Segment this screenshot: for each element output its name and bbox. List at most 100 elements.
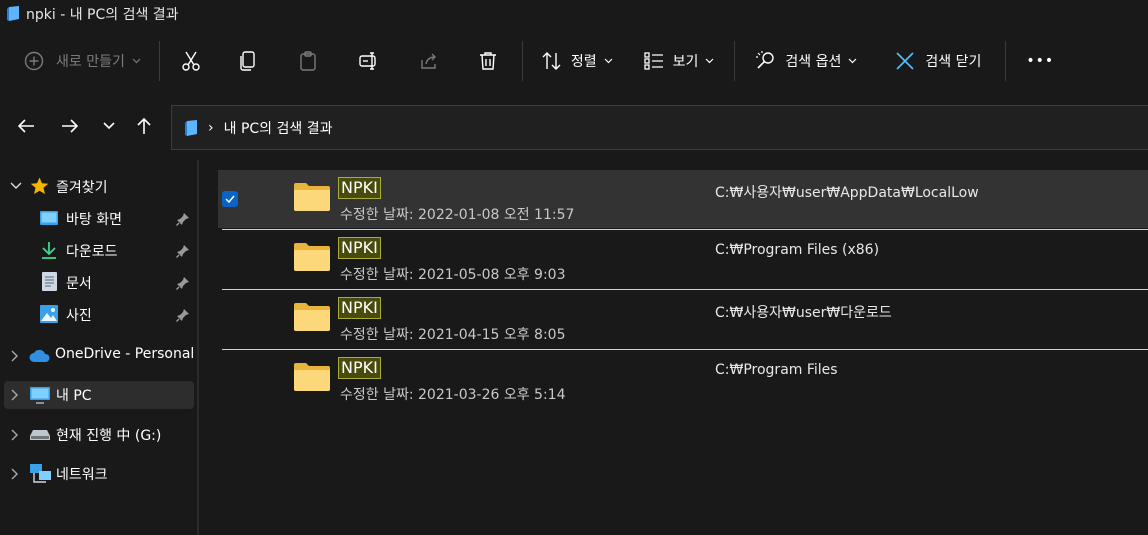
- search-options-label: 검색 옵션: [785, 54, 842, 70]
- toolbar-divider: [1005, 41, 1007, 81]
- sort-icon: [542, 52, 561, 70]
- sidebar-item-drive-g[interactable]: 현재 진행 中 (G:): [4, 421, 194, 449]
- recent-locations-button[interactable]: [95, 112, 123, 140]
- search-results-location-icon: [185, 119, 197, 136]
- star-icon: [30, 177, 49, 195]
- network-icon: [30, 464, 52, 484]
- drive-icon: [30, 430, 50, 441]
- sidebar-item-documents[interactable]: 문서: [4, 269, 194, 297]
- chevron-down-icon: [848, 58, 857, 64]
- folder-icon: [294, 183, 330, 211]
- sidebar-item-label: 다운로드: [66, 244, 118, 260]
- item-path: C:₩Program Files: [715, 362, 838, 378]
- sidebar-item-quick-access[interactable]: 즐겨찾기: [4, 173, 194, 201]
- item-path: C:₩사용자₩user₩다운로드: [715, 305, 892, 321]
- sidebar-item-label: 즐겨찾기: [56, 180, 108, 196]
- sidebar-item-this-pc[interactable]: 내 PC: [4, 381, 194, 409]
- delete-button[interactable]: [478, 42, 498, 80]
- folder-icon: [294, 243, 330, 271]
- picture-icon: [40, 305, 58, 323]
- sidebar-item-desktop[interactable]: 바탕 화면: [4, 205, 194, 233]
- close-search-button[interactable]: 검색 닫기: [895, 42, 981, 80]
- file-explorer-icon: [7, 6, 19, 21]
- pin-icon[interactable]: [176, 308, 190, 322]
- item-path: C:₩Program Files (x86): [715, 242, 880, 258]
- chevron-right-icon[interactable]: [10, 468, 20, 480]
- chevron-down-icon: [132, 58, 141, 64]
- search-options-icon: [756, 51, 775, 69]
- item-modified-date: 수정한 날짜: 2021-04-15 오후 8:05: [340, 327, 566, 343]
- toolbar-divider: [734, 41, 736, 81]
- folder-icon: [294, 303, 330, 331]
- address-bar[interactable]: › 내 PC의 검색 결과: [171, 105, 1148, 150]
- computer-icon: [30, 387, 50, 404]
- toolbar-divider: [158, 41, 160, 81]
- sidebar-item-label: OneDrive - Personal: [55, 346, 195, 362]
- command-bar: 새로 만들기 정렬 보기 검색 옵션 검색 닫기 •••: [0, 28, 1148, 94]
- cut-button[interactable]: [180, 42, 202, 80]
- chevron-right-icon[interactable]: [10, 389, 20, 401]
- checkmark-icon: [225, 195, 235, 203]
- view-button[interactable]: 보기: [643, 42, 715, 80]
- sidebar-item-label: 문서: [66, 276, 92, 292]
- window-title: npki - 내 PC의 검색 결과: [26, 7, 179, 23]
- new-button-label: 새로 만들기: [56, 54, 125, 70]
- close-icon: [896, 52, 914, 70]
- sidebar-item-pictures[interactable]: 사진: [4, 301, 194, 329]
- more-button[interactable]: •••: [1026, 42, 1054, 80]
- item-modified-date: 수정한 날짜: 2021-05-08 오후 9:03: [340, 267, 566, 283]
- arrow-right-icon: [62, 119, 79, 133]
- sidebar-item-label: 사진: [66, 308, 92, 324]
- pane-divider[interactable]: [197, 160, 199, 535]
- document-icon: [42, 272, 57, 291]
- arrow-up-icon: [137, 117, 151, 134]
- chevron-down-icon: [604, 58, 613, 64]
- list-item[interactable]: NPKI 수정한 날짜: 2021-04-15 오후 8:05 C:₩사용자₩u…: [218, 290, 1148, 348]
- toolbar-divider: [521, 41, 523, 81]
- sidebar-item-network[interactable]: 네트워크: [4, 460, 194, 488]
- sidebar-item-label: 내 PC: [56, 388, 92, 404]
- sidebar-item-label: 현재 진행 中 (G:): [56, 428, 162, 444]
- desktop-icon: [40, 211, 58, 227]
- item-name: NPKI: [338, 297, 381, 319]
- pin-icon[interactable]: [176, 276, 190, 290]
- sort-label: 정렬: [570, 54, 597, 70]
- list-item[interactable]: NPKI 수정한 날짜: 2021-03-26 오후 5:14 C:₩Progr…: [218, 350, 1148, 408]
- close-search-label: 검색 닫기: [925, 54, 982, 70]
- chevron-down-icon[interactable]: [10, 181, 22, 191]
- sort-button[interactable]: 정렬: [541, 42, 613, 80]
- list-item[interactable]: NPKI 수정한 날짜: 2021-05-08 오후 9:03 C:₩Progr…: [218, 230, 1148, 288]
- sidebar-item-downloads[interactable]: 다운로드: [4, 237, 194, 265]
- view-label: 보기: [672, 54, 699, 70]
- paste-button[interactable]: [298, 42, 318, 80]
- sidebar-item-onedrive[interactable]: OneDrive - Personal: [4, 342, 194, 370]
- new-button[interactable]: 새로 만들기: [24, 42, 141, 80]
- up-button[interactable]: [130, 112, 158, 140]
- search-results-list: NPKI 수정한 날짜: 2022-01-08 오전 11:57 C:₩사용자₩…: [218, 170, 1148, 535]
- pin-icon[interactable]: [176, 212, 190, 226]
- cloud-icon: [29, 349, 51, 363]
- sidebar-item-label: 바탕 화면: [66, 212, 122, 228]
- chevron-right-icon[interactable]: [10, 429, 20, 441]
- list-item[interactable]: NPKI 수정한 날짜: 2022-01-08 오전 11:57 C:₩사용자₩…: [218, 170, 1148, 228]
- search-options-button[interactable]: 검색 옵션: [755, 42, 857, 80]
- pin-icon[interactable]: [176, 244, 190, 258]
- item-path: C:₩사용자₩user₩AppData₩LocalLow: [715, 185, 979, 201]
- selection-checkbox[interactable]: [222, 191, 238, 207]
- copy-button[interactable]: [238, 42, 258, 80]
- chevron-down-icon: [705, 58, 714, 64]
- copy-icon: [240, 51, 255, 71]
- clipboard-icon: [300, 51, 316, 71]
- item-modified-date: 수정한 날짜: 2022-01-08 오전 11:57: [340, 207, 575, 223]
- rename-button[interactable]: [358, 42, 380, 80]
- chevron-right-icon[interactable]: [10, 350, 20, 362]
- more-icon: •••: [1026, 53, 1055, 69]
- breadcrumb-separator[interactable]: ›: [208, 120, 214, 136]
- item-name: NPKI: [338, 237, 381, 259]
- item-modified-date: 수정한 날짜: 2021-03-26 오후 5:14: [340, 387, 566, 403]
- share-button[interactable]: [418, 42, 440, 80]
- sidebar-item-label: 네트워크: [56, 467, 108, 483]
- forward-button[interactable]: [56, 112, 84, 140]
- back-button[interactable]: [12, 112, 40, 140]
- breadcrumb[interactable]: 내 PC의 검색 결과: [224, 118, 333, 138]
